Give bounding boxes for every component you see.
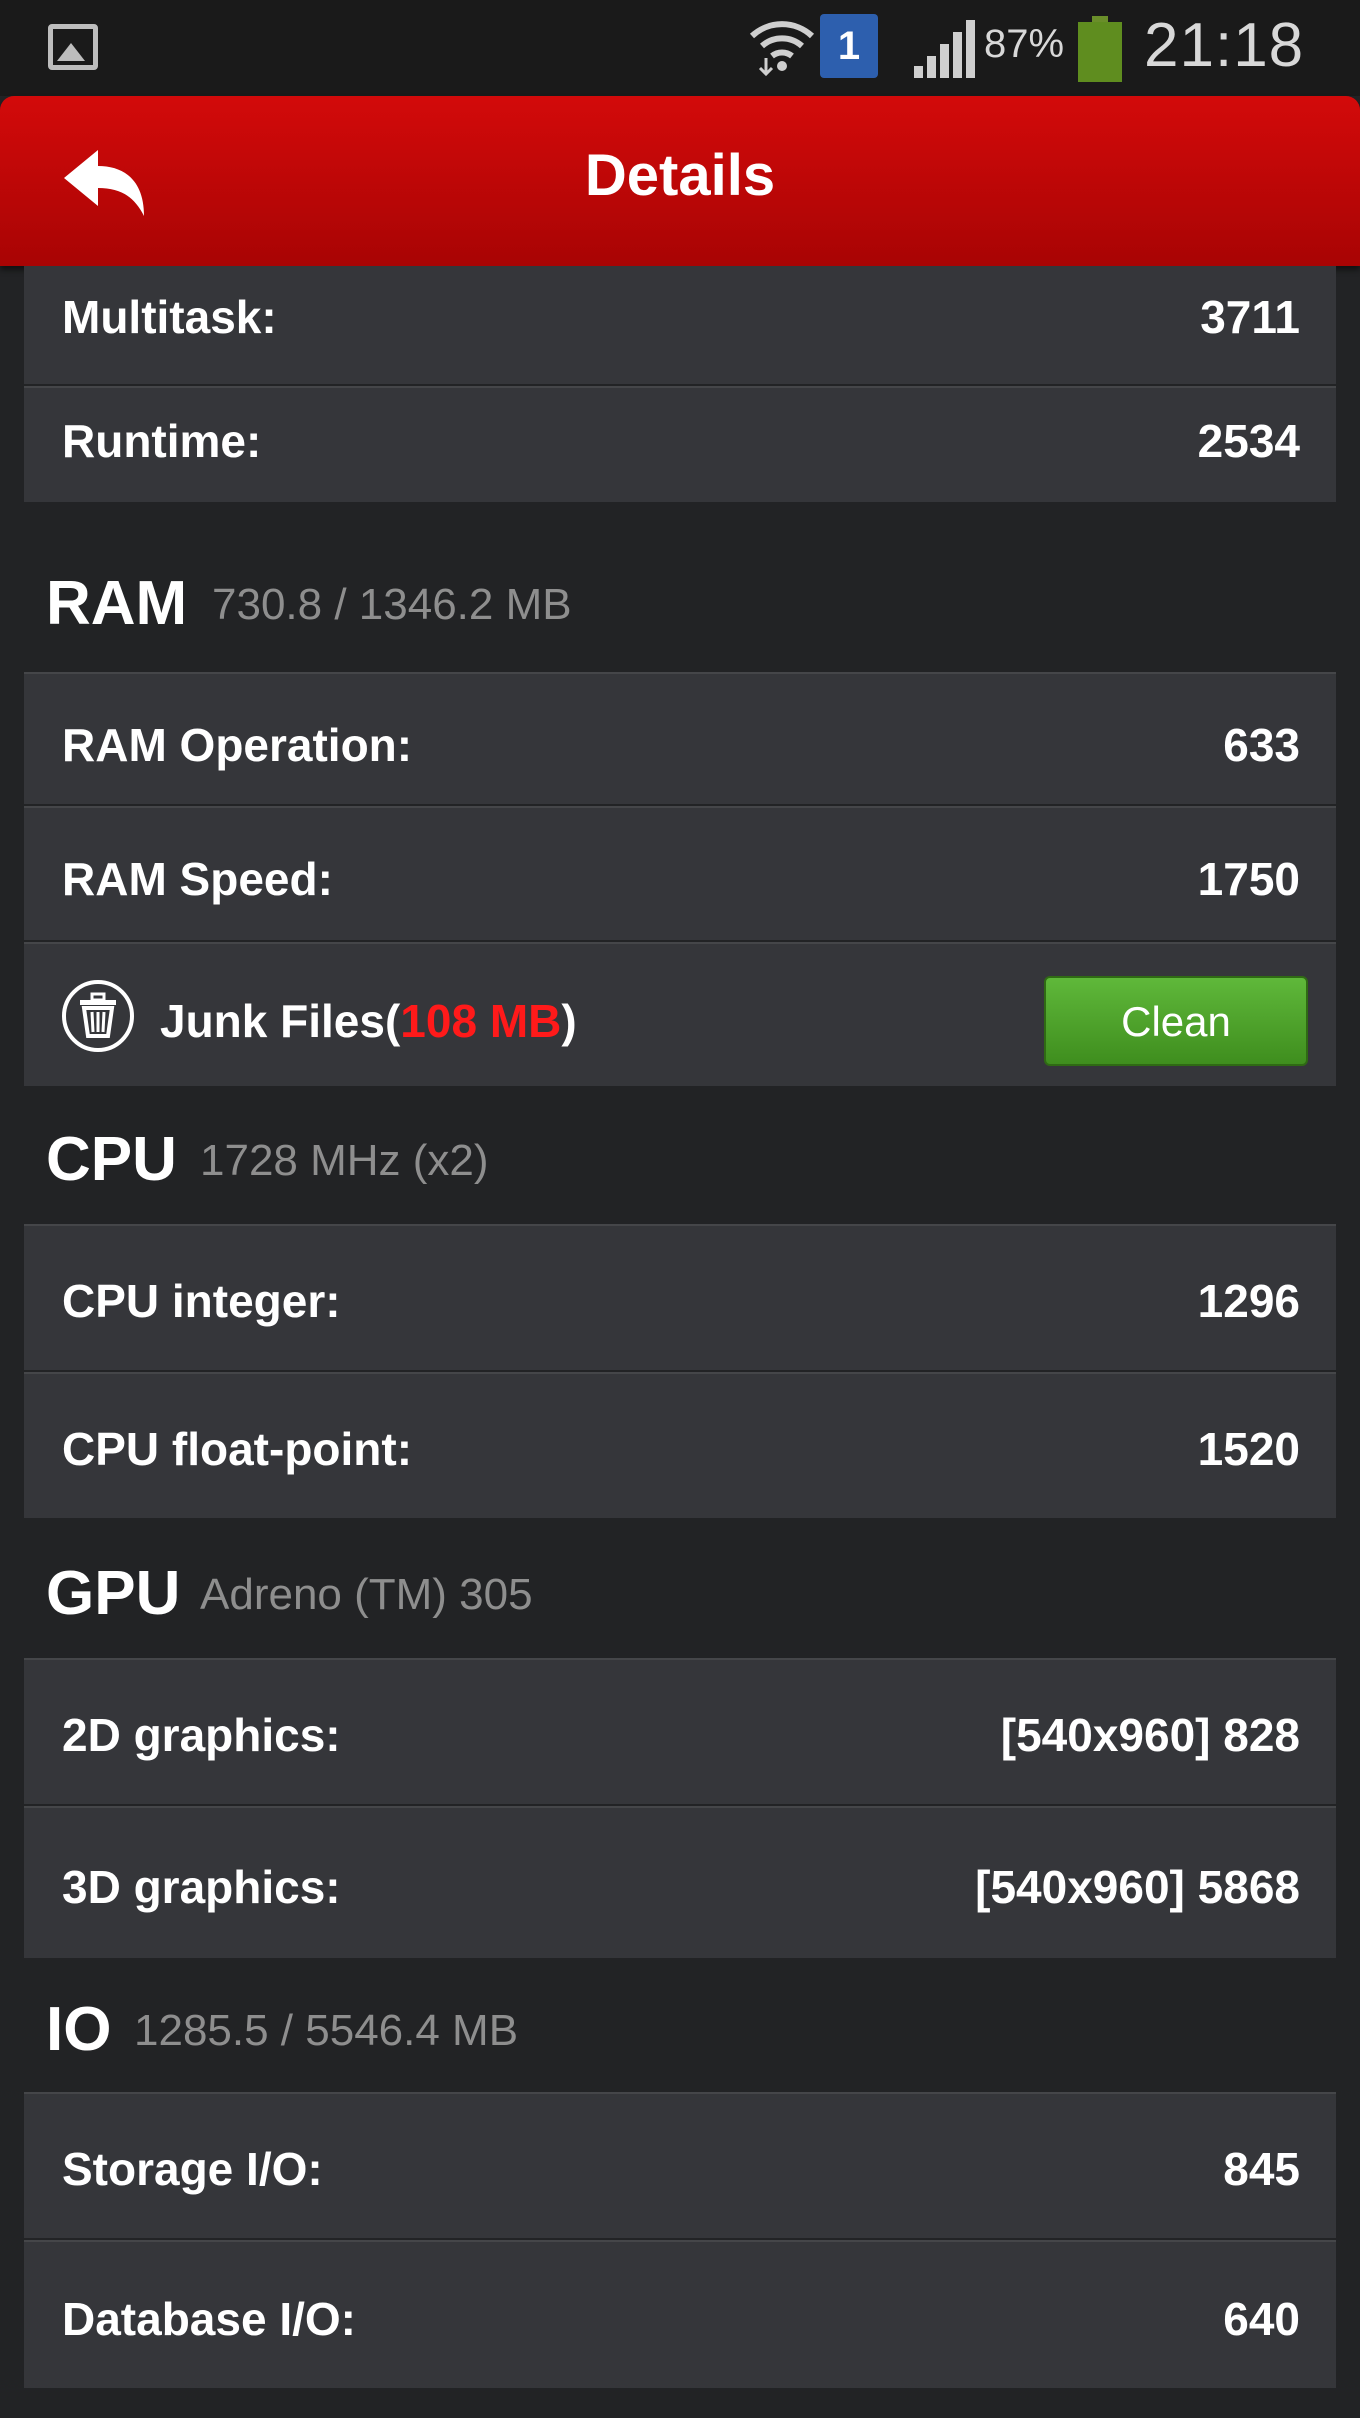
- row-label: CPU integer:: [62, 1275, 341, 1327]
- row-label: Database I/O:: [62, 2293, 356, 2345]
- list-item: 2D graphics: [540x960] 828: [24, 1658, 1336, 1804]
- list-item: Multitask: 3711: [24, 266, 1336, 384]
- sim-icon: 1: [820, 14, 878, 78]
- section-subtitle-io: 1285.5 / 5546.4 MB: [134, 2006, 519, 2055]
- list-item: 3D graphics: [540x960] 5868: [24, 1806, 1336, 1958]
- section-subtitle-ram: 730.8 / 1346.2 MB: [212, 580, 572, 629]
- app-header: Details: [0, 96, 1360, 266]
- list-item: RAM Speed: 1750: [24, 806, 1336, 940]
- row-label: RAM Speed:: [62, 853, 333, 905]
- list-item: Database I/O: 640: [24, 2240, 1336, 2388]
- junk-prefix: Junk Files(: [160, 995, 401, 1047]
- row-label: CPU float-point:: [62, 1423, 413, 1475]
- battery-icon: [1078, 16, 1122, 82]
- row-value: 3711: [1200, 291, 1300, 343]
- section-title-io: IO: [46, 1995, 112, 2064]
- row-value: 1750: [1197, 853, 1300, 905]
- row-label: Multitask:: [62, 291, 277, 343]
- page-title: Details: [584, 143, 776, 208]
- row-value: 1520: [1197, 1423, 1300, 1475]
- row-value: 633: [1223, 719, 1300, 771]
- junk-files-label: Junk Files(108 MB): [160, 994, 577, 1048]
- row-label: Runtime:: [62, 415, 262, 467]
- row-label: Storage I/O:: [62, 2143, 323, 2195]
- section-title-gpu: GPU: [46, 1559, 181, 1628]
- section-subtitle-gpu: Adreno (TM) 305: [200, 1570, 533, 1619]
- row-value: [540x960] 5868: [975, 1861, 1300, 1913]
- row-value: 2534: [1197, 415, 1300, 467]
- battery-percent: 87%: [984, 22, 1065, 66]
- row-value: 640: [1223, 2293, 1300, 2345]
- list-item: Storage I/O: 845: [24, 2092, 1336, 2238]
- row-value: 845: [1223, 2143, 1300, 2195]
- list-item: CPU integer: 1296: [24, 1224, 1336, 1370]
- screen: 1 87% 21:18 Details Multitask: 3711 Runt…: [0, 0, 1360, 2418]
- gallery-icon: [48, 24, 98, 70]
- section-subtitle-cpu: 1728 MHz (x2): [200, 1136, 489, 1185]
- list-item: Runtime: 2534: [24, 386, 1336, 502]
- row-label: RAM Operation:: [62, 719, 413, 771]
- list-item: RAM Operation: 633: [24, 672, 1336, 804]
- section-title-cpu: CPU: [46, 1125, 177, 1194]
- status-bar: 1 87% 21:18: [0, 0, 1360, 96]
- wifi-icon: [749, 21, 815, 77]
- section-title-ram: RAM: [46, 569, 188, 638]
- row-label: 2D graphics:: [62, 1709, 341, 1761]
- row-value: 1296: [1197, 1275, 1300, 1327]
- junk-size: 108 MB: [400, 995, 562, 1047]
- junk-files-row: Junk Files(108 MB) Clean: [24, 942, 1336, 1086]
- signal-icon: [914, 20, 975, 78]
- clean-button[interactable]: Clean: [1044, 976, 1308, 1066]
- row-value: [540x960] 828: [1000, 1709, 1300, 1761]
- clock: 21:18: [1144, 11, 1305, 80]
- row-label: 3D graphics:: [62, 1861, 341, 1913]
- list-item: CPU float-point: 1520: [24, 1372, 1336, 1518]
- trash-icon: [62, 980, 134, 1052]
- junk-suffix: ): [561, 995, 577, 1047]
